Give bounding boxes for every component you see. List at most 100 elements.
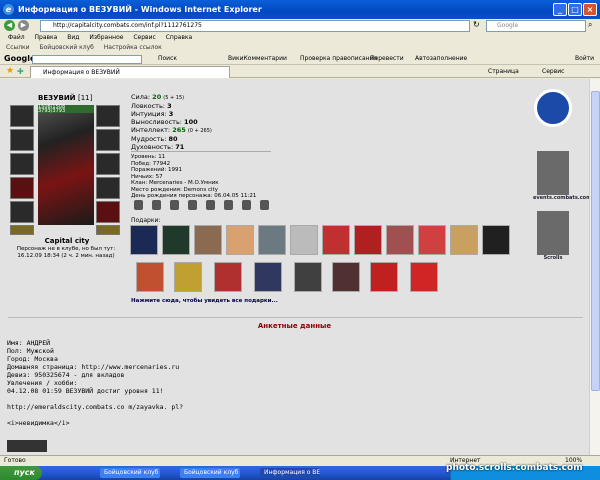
browser-window: e Информация о ВЕЗУВИЙ - Windows Interne… xyxy=(0,0,600,480)
helmet-slot[interactable] xyxy=(10,105,34,127)
spellcheck-button[interactable]: Проверка правописания xyxy=(300,53,377,65)
medal-icon[interactable] xyxy=(206,200,215,210)
gift-icon[interactable] xyxy=(418,225,446,255)
banner-icon xyxy=(537,211,569,255)
search-input[interactable]: Google xyxy=(486,20,586,32)
link-fight-club[interactable]: Бойцовский клуб xyxy=(40,44,94,51)
medal-icon[interactable] xyxy=(134,200,143,210)
bracer-slot[interactable] xyxy=(10,129,34,151)
counter-badge[interactable] xyxy=(7,440,47,452)
events-link[interactable]: events.combats.com xyxy=(533,151,589,201)
gift-icon[interactable] xyxy=(386,225,414,255)
rune-slot[interactable] xyxy=(96,225,120,235)
minimize-button[interactable]: _ xyxy=(553,3,567,16)
status-text: Готово xyxy=(4,457,26,464)
menu-favorites[interactable]: Избранное xyxy=(89,34,123,41)
close-button[interactable]: × xyxy=(583,3,597,16)
menu-view[interactable]: Вид xyxy=(67,34,79,41)
ring-slot[interactable] xyxy=(10,225,34,235)
add-favorite-icon[interactable]: ✚ xyxy=(17,65,24,78)
gift-card-icon[interactable] xyxy=(136,262,164,292)
menu-help[interactable]: Справка xyxy=(166,34,192,41)
gift-icon[interactable] xyxy=(482,225,510,255)
scroll-thumb[interactable] xyxy=(591,91,600,391)
page-content: ВЕЗУВИЙ [11] 1508/1508 3793/3793 Capital … xyxy=(0,79,589,455)
medal-icon[interactable] xyxy=(224,200,233,210)
gift-book-icon[interactable] xyxy=(162,225,190,255)
medal-icon[interactable] xyxy=(188,200,197,210)
gift-row xyxy=(130,225,510,257)
gift-bag-icon[interactable] xyxy=(294,262,322,292)
start-button[interactable]: пуск xyxy=(0,466,42,480)
watermark: photo.scrolls.combats.com xyxy=(446,463,583,473)
gift-box-icon[interactable] xyxy=(354,225,382,255)
character-avatar xyxy=(38,105,94,225)
link-customize[interactable]: Настройка ссылок xyxy=(104,44,162,51)
character-name: ВЕЗУВИЙ [11] xyxy=(38,94,93,102)
gift-book-icon[interactable] xyxy=(130,225,158,255)
gift-box-icon[interactable] xyxy=(322,225,350,255)
refresh-icon[interactable]: ↻ xyxy=(473,20,480,29)
forward-icon[interactable]: ▶ xyxy=(18,20,29,31)
medal-icons xyxy=(134,200,294,212)
belt-slot[interactable] xyxy=(10,201,34,223)
offhand-slot[interactable] xyxy=(96,153,120,175)
stat-row: Ловкость: 3 xyxy=(131,102,172,110)
scrolls-link[interactable]: Scrolls xyxy=(533,211,573,261)
signin-button[interactable]: Войти xyxy=(575,53,594,65)
task-item-active[interactable]: Информация о ВЕЗУ... xyxy=(260,468,320,478)
events-badge[interactable] xyxy=(533,89,573,127)
all-gifts-link[interactable]: Нажмите сюда, чтобы увидеть все подарки.… xyxy=(131,298,278,304)
maximize-button[interactable]: □ xyxy=(568,3,582,16)
gift-box-icon[interactable] xyxy=(410,262,438,292)
gift-card-icon[interactable] xyxy=(174,262,202,292)
url-input[interactable]: http://capitalcity.combats.com/inf.pl?11… xyxy=(40,20,470,32)
google-search-input[interactable] xyxy=(32,55,142,64)
gift-card-icon[interactable] xyxy=(254,262,282,292)
gift-bag-icon[interactable] xyxy=(332,262,360,292)
task-item[interactable]: Бойцовский клуб -... xyxy=(180,468,240,478)
tab-page-menu[interactable]: Страница xyxy=(488,65,519,78)
task-item[interactable]: Бойцовский клуб -... xyxy=(100,468,160,478)
stat-row: Интуиция: 3 xyxy=(131,110,174,118)
title-bar: e Информация о ВЕЗУВИЙ - Windows Interne… xyxy=(0,0,600,19)
character-info: Уровень: 11 Побед: 77942 Поражений: 1991… xyxy=(131,154,257,199)
vertical-scrollbar[interactable] xyxy=(589,79,600,455)
google-logo: Google xyxy=(4,54,36,63)
menu-edit[interactable]: Правка xyxy=(35,34,58,41)
menu-tools[interactable]: Сервис xyxy=(133,34,155,41)
gift-pet-icon[interactable] xyxy=(450,225,478,255)
medal-icon[interactable] xyxy=(260,200,269,210)
wiki-comments-button[interactable]: ВикиКомментарии xyxy=(228,53,287,65)
medal-icon[interactable] xyxy=(242,200,251,210)
gift-icon[interactable] xyxy=(194,225,222,255)
boots-slot[interactable] xyxy=(96,201,120,223)
back-icon[interactable]: ◀ xyxy=(4,20,15,31)
earring-slot[interactable] xyxy=(96,105,120,127)
tab-active[interactable]: Информация о ВЕЗУВИЙ xyxy=(30,66,230,78)
divider xyxy=(131,151,271,152)
tab-tools-menu[interactable]: Сервис xyxy=(542,65,564,78)
gift-box-icon[interactable] xyxy=(370,262,398,292)
gift-card-icon[interactable] xyxy=(214,262,242,292)
menu-file[interactable]: Файл xyxy=(8,34,25,41)
autofill-button[interactable]: Автозаполнение xyxy=(415,53,467,65)
amulet-slot[interactable] xyxy=(96,129,120,151)
stats-list: Сила: 20 (5 + 15) Ловкость: 3 Интуиция: … xyxy=(131,93,212,151)
gift-cup-icon[interactable] xyxy=(290,225,318,255)
weapon-slot[interactable] xyxy=(10,153,34,175)
armor-slot[interactable] xyxy=(10,177,34,199)
stat-row: Интеллект: 265 (0 + 265) xyxy=(131,126,212,134)
homepage-link[interactable]: Домашняя страница: http://www.mercenarie… xyxy=(7,363,183,371)
banner-icon xyxy=(537,151,569,195)
gift-icon[interactable] xyxy=(258,225,286,255)
search-icon[interactable]: ⌕ xyxy=(588,20,592,30)
favorites-star-icon[interactable]: ★ xyxy=(6,65,14,78)
stat-row: Мудрость: 80 xyxy=(131,135,178,143)
medal-icon[interactable] xyxy=(170,200,179,210)
medal-icon[interactable] xyxy=(152,200,161,210)
translate-button[interactable]: Перевести xyxy=(370,53,404,65)
gift-icon[interactable] xyxy=(226,225,254,255)
google-search-button[interactable]: Поиск xyxy=(158,53,177,65)
gloves-slot[interactable] xyxy=(96,177,120,199)
